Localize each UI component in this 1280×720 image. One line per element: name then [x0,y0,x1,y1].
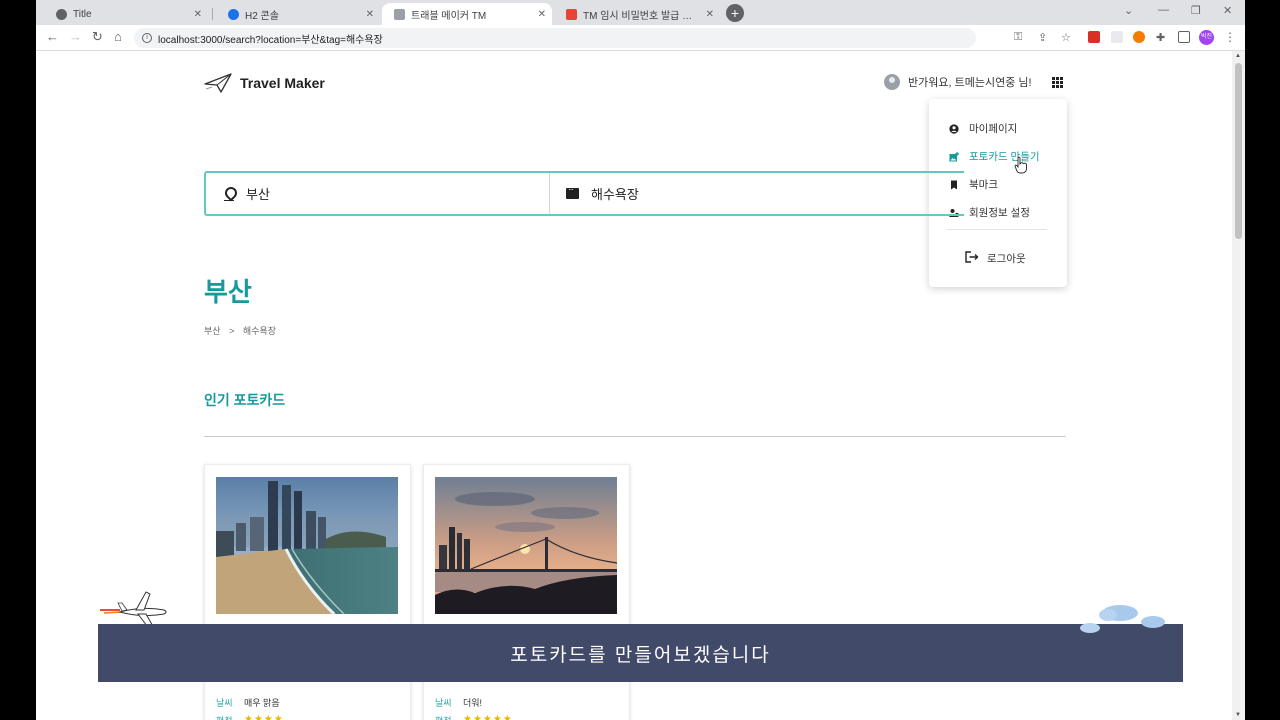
breadcrumb-tag[interactable]: 해수욕장 [243,326,276,336]
menu-item-label: 북마크 [969,179,998,191]
weather-row: 날씨 더워! [435,696,482,709]
scroll-down-icon[interactable]: ▼ [1235,712,1241,718]
tag-value: 해수욕장 [591,187,639,202]
logout-icon [965,251,979,266]
side-panel-icon[interactable] [1178,31,1190,43]
puzzle-icon[interactable]: ✚ [1156,31,1165,44]
minimize-icon[interactable]: — [1158,4,1169,16]
search-bar: 부산 해수욕장 [204,171,964,216]
section-title: 인기 포토카드 [204,392,286,408]
apps-grid-icon[interactable] [1052,77,1063,88]
rating-stars: ★★★★★ [463,714,513,720]
restore-icon[interactable]: ❐ [1191,4,1201,17]
tab-label: Title [73,8,92,20]
forward-icon[interactable]: → [69,30,82,44]
window-close-icon[interactable]: ✕ [1223,4,1232,17]
star-icon[interactable]: ☆ [1061,31,1071,44]
extension-red-icon[interactable] [1088,31,1100,43]
close-icon[interactable]: ✕ [366,9,374,20]
photo-add-icon [949,151,959,162]
location-value: 부산 [246,187,270,202]
profile-avatar[interactable]: 박진 [1199,30,1214,45]
share-icon[interactable]: ⇪ [1038,31,1047,44]
breadcrumb-location[interactable]: 부산 [204,326,221,336]
location-pin-icon [224,187,234,201]
browser-toolbar: ← → ↻ ⌂ i localhost:3000/search?location… [36,25,1245,51]
tab-gmail[interactable]: TM 임시 비밀번호 발급 메일입니다 ✕ [554,3,720,25]
tab-title[interactable]: Title ✕ [44,3,208,25]
url-text: localhost:3000/search?location=부산&tag=해수… [158,34,383,46]
tab-travel-maker[interactable]: 트래블 메이커 TM ✕ [382,3,552,25]
menu-divider [947,229,1047,230]
extension-gray-icon[interactable] [1111,31,1123,43]
paper-plane-icon [394,8,405,20]
weather-row: 날씨 매우 맑음 [216,696,280,709]
video-caption: 포토카드를 만들어보겠습니다 [98,624,1183,682]
scroll-up-icon[interactable]: ▲ [1235,53,1241,59]
scrollbar-thumb[interactable] [1235,63,1242,239]
breadcrumb: 부산 > 해수욕장 [204,324,282,337]
weather-label: 날씨 [216,698,233,708]
brand-name: Travel Maker [240,75,325,91]
user-avatar-icon [884,74,900,90]
browser-window: Title ✕ H2 콘솔 ✕ 트래블 메이커 TM ✕ TM 임시 비밀번호 … [36,0,1245,720]
page-scrollbar[interactable]: ▲ ▼ [1232,51,1245,720]
rating-row: 평점 ★★★★★ [435,714,513,720]
chat-bubble-icon [566,185,579,199]
photocard-image-haeundae [216,477,398,614]
screen: Title ✕ H2 콘솔 ✕ 트래블 메이커 TM ✕ TM 임시 비밀번호 … [0,0,1280,720]
close-icon[interactable]: ✕ [194,9,202,20]
rating-row: 평점 ★★★★ [216,714,284,720]
logout-label: 로그아웃 [987,253,1026,265]
address-bar[interactable]: i localhost:3000/search?location=부산&tag=… [134,28,976,48]
person-circle-icon [949,123,959,134]
clouds-icon [1080,605,1165,633]
paper-plane-icon [204,73,232,93]
weather-value: 매우 맑음 [244,698,280,708]
gmail-icon [566,8,577,20]
rating-label: 평점 [216,714,244,720]
tag-field[interactable]: 해수욕장 [550,173,964,214]
weather-label: 날씨 [435,698,452,708]
greeting-text: 반가워요, 트메는시연중 님! [908,77,1032,89]
menu-dots-icon[interactable]: ⋮ [1224,30,1236,44]
tab-h2-console[interactable]: H2 콘솔 ✕ [216,3,380,25]
key-icon[interactable]: ⚿ [1014,31,1022,44]
reload-icon[interactable]: ↻ [92,30,103,44]
close-icon[interactable]: ✕ [706,9,714,20]
tab-search-icon[interactable]: ⌄ [1124,4,1133,17]
menu-item-label: 마이페이지 [969,123,1018,135]
back-icon[interactable]: ← [46,30,59,44]
section-divider [204,436,1066,437]
close-icon[interactable]: ✕ [538,9,546,20]
tab-separator [212,8,213,20]
home-icon[interactable]: ⌂ [114,30,122,44]
rating-stars: ★★★★ [244,714,284,720]
h2-icon [228,8,239,20]
tab-label: H2 콘솔 [245,10,279,22]
breadcrumb-separator: > [229,326,235,336]
tab-label: TM 임시 비밀번호 발급 메일입니다 [583,10,700,22]
tab-label: 트래블 메이커 TM [411,10,487,22]
logo[interactable]: Travel Maker [204,73,325,93]
extension-orange-icon[interactable] [1133,31,1145,43]
site-info-icon[interactable]: i [142,33,152,43]
menu-item-label: 포토카드 만들기 [969,151,1040,163]
globe-icon [56,8,67,20]
web-page: Travel Maker 반가워요, 트메는시연중 님! 마이페이지 포토카드 … [36,51,1232,720]
tab-strip: Title ✕ H2 콘솔 ✕ 트래블 메이커 TM ✕ TM 임시 비밀번호 … [36,0,1245,25]
location-field[interactable]: 부산 [206,173,550,214]
weather-value: 더워! [463,698,483,708]
menu-item-mypage[interactable]: 마이페이지 [949,121,1017,136]
rating-label: 평점 [435,714,463,720]
logout-button[interactable]: 로그아웃 [965,251,1026,266]
photocard-image-gwangan-bridge [435,477,617,614]
user-greeting[interactable]: 반가워요, 트메는시연중 님! [884,74,1032,90]
new-tab-button[interactable]: + [726,4,744,22]
menu-item-label: 회원정보 설정 [969,207,1030,219]
hand-cursor-icon [1014,156,1027,174]
page-title: 부산 [204,277,252,307]
